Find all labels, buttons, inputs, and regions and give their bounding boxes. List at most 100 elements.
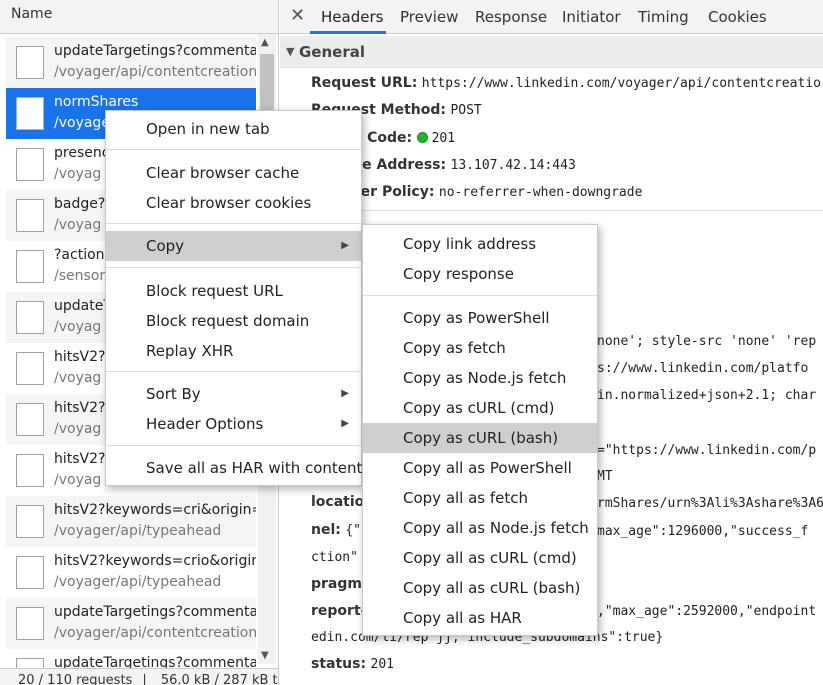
request-path: /voyag: [54, 319, 102, 335]
request-path: /voyag: [54, 421, 102, 437]
tab-response[interactable]: Response: [475, 8, 547, 26]
menu-item-copy-as-curl-bash[interactable]: Copy as cURL (bash): [363, 423, 597, 453]
menu-separator: [106, 267, 361, 268]
menu-item-clear-browser-cookies[interactable]: Clear browser cookies: [106, 188, 361, 218]
nel-value-start: {": [345, 523, 361, 538]
request-name: updateT: [54, 298, 112, 314]
menu-item-clear-browser-cache[interactable]: Clear browser cache: [106, 158, 361, 188]
referrer-policy-value: no-referrer-when-downgrade: [438, 185, 643, 200]
report-to-header-row: report-: [311, 603, 366, 619]
nel-label: nel:: [311, 522, 341, 538]
request-url-row: Request URL: https://www.linkedin.com/vo…: [311, 75, 821, 91]
request-path: /sensor: [54, 268, 106, 284]
request-row[interactable]: hitsV2?keywords=crio&origin= /voyager/ap…: [6, 547, 256, 598]
tab-timing[interactable]: Timing: [638, 8, 689, 26]
menu-item-sort-by[interactable]: Sort By ▶: [106, 379, 361, 409]
tab-cookies[interactable]: Cookies: [708, 8, 767, 26]
scroll-down-arrow-icon[interactable]: ▼: [261, 650, 269, 661]
menu-item-copy-all-as-curl-cmd[interactable]: Copy all as cURL (cmd): [363, 543, 597, 573]
file-icon: [16, 505, 44, 538]
menu-item-block-request-domain[interactable]: Block request domain: [106, 306, 361, 336]
file-icon: [16, 97, 44, 130]
menu-item-save-all-as-har[interactable]: Save all as HAR with content: [106, 453, 362, 483]
network-status-bar: 20 / 110 requests | 56.0 kB / 287 kB tr: [0, 668, 279, 685]
content-type-fragment: in.normalized+json+2.1; char: [597, 388, 817, 403]
request-path: /voyager/api/contentcreation: [54, 625, 256, 641]
file-icon: [16, 301, 44, 334]
request-name: hitsV2?keywords=cri&origin=: [54, 502, 256, 518]
nel-header-row: nel: {": [311, 522, 361, 538]
request-count: 20 / 110 requests: [18, 673, 133, 685]
request-name: updateTargetings?commentary: [54, 43, 256, 59]
file-icon: [16, 454, 44, 487]
menu-item-copy-all-as-har[interactable]: Copy all as HAR: [363, 603, 597, 633]
menu-item-copy-as-powershell[interactable]: Copy as PowerShell: [363, 303, 597, 333]
menu-separator: [106, 445, 361, 446]
request-row[interactable]: updateTargetings?commentary /voyager/api…: [6, 598, 256, 649]
menu-separator: [106, 223, 361, 224]
request-name: normShares: [54, 94, 139, 110]
menu-item-copy-as-curl-cmd[interactable]: Copy as cURL (cmd): [363, 393, 597, 423]
csp-header-fragment: none'; style-src 'none' 'rep: [597, 334, 817, 349]
request-name: updateTargetings?commentary: [54, 604, 256, 620]
file-icon: [16, 46, 44, 79]
menu-item-copy[interactable]: Copy ▶: [106, 231, 361, 261]
menu-item-copy-all-as-fetch[interactable]: Copy all as fetch: [363, 483, 597, 513]
menu-item-copy-all-as-powershell[interactable]: Copy all as PowerShell: [363, 453, 597, 483]
file-icon: [16, 199, 44, 232]
file-icon: [16, 556, 44, 589]
nel-value-continued: ction": [311, 550, 358, 565]
request-row[interactable]: updateTargetings?commentary: [6, 649, 256, 668]
status-header-row: status: 201: [311, 656, 394, 672]
submenu-arrow-icon: ▶: [341, 418, 349, 429]
menu-item-copy-all-as-curl-bash[interactable]: Copy all as cURL (bash): [363, 573, 597, 603]
submenu-arrow-icon: ▶: [341, 240, 349, 251]
collapse-triangle-icon[interactable]: ▼: [286, 45, 294, 58]
close-icon[interactable]: ✕: [290, 5, 305, 26]
request-url-label: Request URL:: [311, 75, 418, 91]
request-name: updateTargetings?commentary: [54, 655, 256, 668]
menu-item-block-request-url[interactable]: Block request URL: [106, 276, 361, 306]
report-to-label: report-: [311, 603, 367, 619]
menu-item-copy-as-fetch[interactable]: Copy as fetch: [363, 333, 597, 363]
status-label: status:: [311, 656, 367, 672]
tab-preview[interactable]: Preview: [400, 8, 458, 26]
menu-item-replay-xhr[interactable]: Replay XHR: [106, 336, 361, 366]
name-column-header[interactable]: Name: [0, 0, 278, 34]
request-row[interactable]: hitsV2?keywords=cri&origin= /voyager/api…: [6, 496, 256, 547]
status-code-value: 201: [431, 131, 456, 146]
location-value: rmShares/urn%3Ali%3Ashare%3A6: [597, 496, 823, 511]
menu-item-copy-link-address[interactable]: Copy link address: [363, 229, 597, 259]
menu-item-open-in-new-tab[interactable]: Open in new tab: [106, 114, 361, 144]
menu-item-sort-by-label: Sort By: [146, 385, 201, 403]
general-section-title: General: [299, 43, 365, 61]
menu-separator: [363, 295, 597, 296]
request-url-value: https://www.linkedin.com/voyager/api/con…: [421, 76, 821, 91]
request-path: /voyager/api/contentcreation: [54, 64, 256, 80]
active-tab-indicator: [310, 31, 386, 34]
menu-item-header-options[interactable]: Header Options ▶: [106, 409, 361, 439]
file-icon: [16, 352, 44, 385]
menu-item-header-options-label: Header Options: [146, 415, 264, 433]
tab-headers[interactable]: Headers: [321, 8, 383, 26]
request-name: badge?: [54, 196, 106, 212]
date-header-fragment: MT: [597, 469, 613, 484]
menu-item-copy-as-nodejs-fetch[interactable]: Copy as Node.js fetch: [363, 363, 597, 393]
scroll-up-arrow-icon[interactable]: ▲: [261, 37, 269, 48]
menu-item-copy-all-as-nodejs-fetch[interactable]: Copy all as Node.js fetch: [363, 513, 597, 543]
tab-initiator[interactable]: Initiator: [562, 8, 621, 26]
request-path: /voyag: [54, 166, 102, 182]
request-path: /voyager/api/typeahead: [54, 523, 222, 539]
request-row[interactable]: updateTargetings?commentary /voyager/api…: [6, 37, 256, 88]
file-icon: [16, 250, 44, 283]
menu-item-copy-response[interactable]: Copy response: [363, 259, 597, 289]
menu-separator: [106, 149, 361, 150]
remote-address-value: 13.107.42.14:443: [450, 158, 576, 173]
request-method-value: POST: [450, 103, 482, 118]
report-to-value: ,"max_age":2592000,"endpoint: [597, 604, 817, 619]
transfer-size: 56.0 kB / 287 kB tr: [160, 673, 279, 685]
request-name: hitsV2?keywords=crio&origin=: [54, 553, 256, 569]
menu-item-copy-label: Copy: [146, 237, 185, 255]
submenu-arrow-icon: ▶: [341, 388, 349, 399]
request-name: presenc: [54, 145, 110, 161]
